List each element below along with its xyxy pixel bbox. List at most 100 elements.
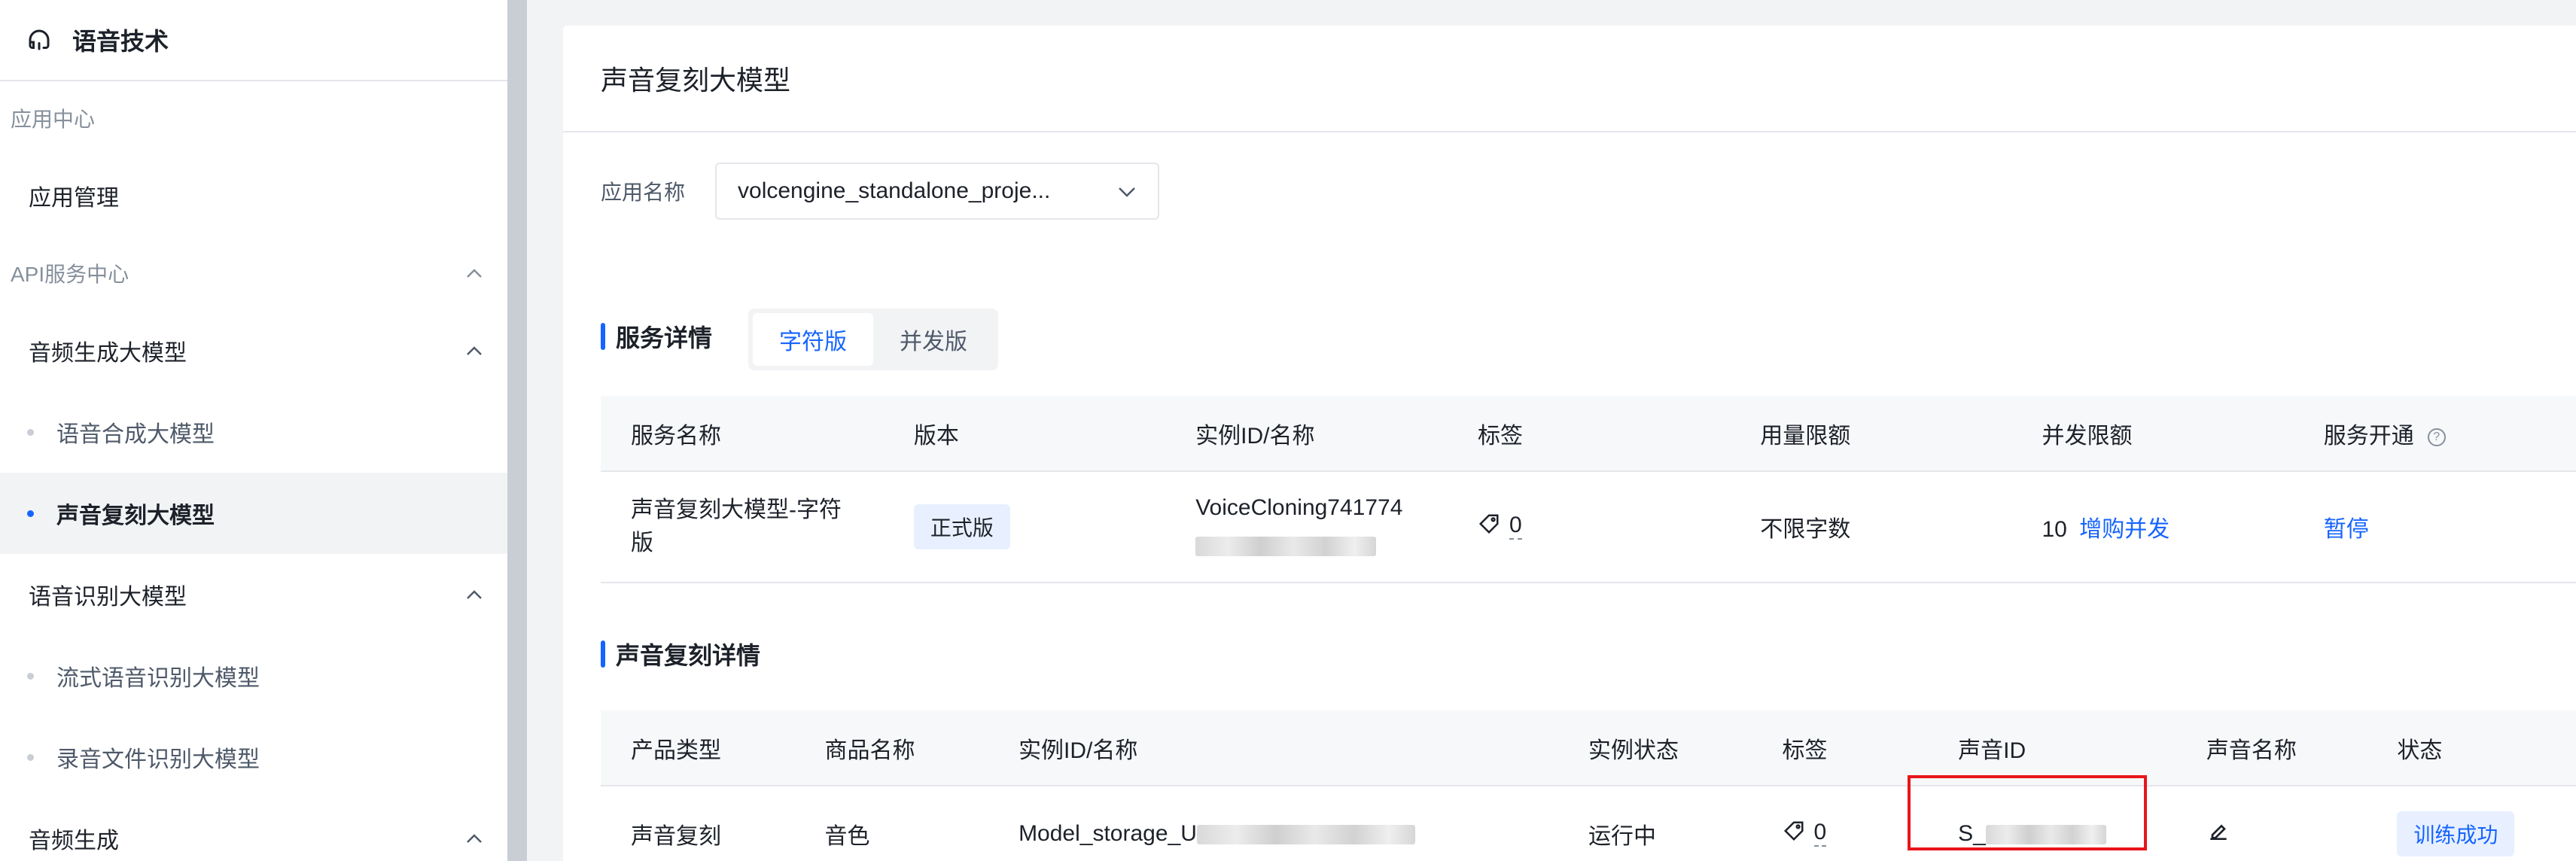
chevron-up-icon[interactable]: [464, 584, 485, 605]
table-row: 声音复刻大模型-字符版 正式版 VoiceCloning741774 0 不限字…: [601, 471, 2576, 583]
col-service-name: 服务名称: [601, 396, 884, 472]
sidebar-header: 语音技术: [0, 0, 507, 81]
group-api-center[interactable]: API服务中心: [0, 236, 507, 310]
tab-char-version[interactable]: 字符版: [753, 313, 873, 366]
edit-icon[interactable]: [2206, 823, 2230, 848]
tag-icon: [1783, 820, 1805, 848]
cell-instance-state: 运行中: [1557, 786, 1752, 861]
page-header: 声音复刻大模型: [563, 26, 2576, 132]
tab-concurrent-version[interactable]: 并发版: [873, 313, 994, 366]
col-tag: 标签: [1448, 396, 1731, 472]
col-status: 状态: [2367, 710, 2576, 786]
cell-concurrency: 10 增购并发: [2011, 471, 2294, 583]
instance-prefix-text: Model_storage_U: [1019, 821, 1197, 846]
col-voice-id: 声音ID: [1928, 710, 2176, 786]
col-instance-id: 实例ID/名称: [1165, 396, 1448, 472]
sidebar-item-label: 声音复刻大模型: [56, 504, 215, 528]
col-instance-id: 实例ID/名称: [988, 710, 1558, 786]
app-name-value: volcengine_standalone_proje...: [738, 178, 1051, 203]
bullet-dot: [27, 672, 34, 680]
sidebar-item-label: 音频生成: [29, 829, 119, 853]
sidebar-item-label: 语音识别大模型: [29, 585, 187, 610]
sidebar-item-label: 流式语音识别大模型: [56, 666, 260, 691]
service-name-text: 声音复刻大模型-字符版: [631, 497, 842, 555]
instance-id-text: VoiceCloning741774: [1195, 495, 1403, 520]
status-badge: 训练成功: [2397, 811, 2515, 856]
sidebar-item-tts-large[interactable]: 语音合成大模型: [0, 391, 507, 473]
sidebar-item-voice-clone-large[interactable]: 声音复刻大模型: [0, 473, 507, 554]
col-voice-name: 声音名称: [2176, 710, 2367, 786]
col-version: 版本: [883, 396, 1166, 472]
main-panel: 声音复刻大模型 应用名称 volcengine_standalone_proje…: [563, 26, 2576, 861]
table-header-row: 产品类型 商品名称 实例ID/名称 实例状态 标签 声音ID 声音名称 状态: [601, 710, 2576, 786]
clone-table: 产品类型 商品名称 实例ID/名称 实例状态 标签 声音ID 声音名称 状态 声…: [601, 710, 2576, 861]
app-name-row: 应用名称 volcengine_standalone_proje...: [601, 163, 1160, 220]
sidebar-item-app-manage[interactable]: 应用管理: [0, 155, 507, 236]
cell-voice-name: [2176, 786, 2367, 861]
chevron-up-icon[interactable]: [464, 340, 485, 361]
sidebar-item-label: 音频生成大模型: [29, 341, 187, 366]
clone-section-label: 声音复刻详情: [616, 642, 761, 669]
sidebar-item-asr-large[interactable]: 语音识别大模型: [0, 554, 507, 635]
sidebar-item-audio-gen-large[interactable]: 音频生成大模型: [0, 310, 507, 391]
buy-concurrency-link[interactable]: 增购并发: [2079, 517, 2170, 542]
service-table: 服务名称 版本 实例ID/名称 标签 用量限额 并发限额 服务开通? 声音复刻大…: [601, 396, 2576, 583]
cell-tag: 0: [1448, 471, 1731, 583]
concurrency-value: 10: [2042, 517, 2067, 542]
section-accent-bar: [601, 323, 605, 350]
table-row: 声音复刻 音色 Model_storage_U 运行中 0 S_ 训练成功: [601, 786, 2576, 861]
redacted-text: [1195, 537, 1377, 557]
tag-count: 0: [1509, 514, 1522, 540]
group-api-center-label: API服务中心: [11, 263, 129, 286]
clone-section-title: 声音复刻详情: [601, 637, 760, 671]
cell-product-type: 声音复刻: [601, 786, 795, 861]
cell-instance-id: VoiceCloning741774: [1165, 471, 1448, 583]
sidebar-item-audio-gen[interactable]: 音频生成: [0, 798, 507, 861]
bullet-dot: [27, 428, 34, 436]
version-badge: 正式版: [913, 504, 1010, 549]
col-usage-limit: 用量限额: [1730, 396, 2012, 472]
col-instance-state: 实例状态: [1557, 710, 1752, 786]
cell-usage-limit: 不限字数: [1730, 471, 2012, 583]
cell-service-action: 暂停: [2293, 471, 2576, 583]
page-title: 声音复刻大模型: [601, 65, 791, 96]
col-tag: 标签: [1752, 710, 1929, 786]
voice-id-highlight-box: [1908, 775, 2147, 850]
col-service-open: 服务开通?: [2293, 396, 2576, 472]
table-header-row: 服务名称 版本 实例ID/名称 标签 用量限额 并发限额 服务开通?: [601, 396, 2576, 472]
chevron-up-icon[interactable]: [464, 828, 485, 849]
cell-product-name: 音色: [794, 786, 989, 861]
group-app-center: 应用中心: [11, 108, 96, 131]
sidebar-item-file-asr[interactable]: 录音文件识别大模型: [0, 716, 507, 798]
cell-service-name: 声音复刻大模型-字符版: [601, 471, 884, 583]
cell-version: 正式版: [883, 471, 1166, 583]
sidebar-item-stream-asr[interactable]: 流式语音识别大模型: [0, 635, 507, 716]
redacted-text: [1196, 825, 1415, 845]
cell-status: 训练成功: [2367, 786, 2576, 861]
cell-tag: 0: [1752, 786, 1929, 861]
sidebar-item-label: 录音文件识别大模型: [56, 747, 260, 772]
service-section-label: 服务详情: [616, 324, 713, 351]
cell-instance-id: Model_storage_U: [988, 786, 1558, 861]
tag-cell[interactable]: 0: [1478, 513, 1522, 541]
app-name-label: 应用名称: [601, 181, 686, 204]
col-concurrency: 并发限额: [2011, 396, 2294, 472]
col-product-name: 商品名称: [794, 710, 989, 786]
app-name-select[interactable]: volcengine_standalone_proje...: [715, 163, 1160, 220]
version-segment: 字符版 并发版: [748, 309, 998, 370]
sidebar: 语音技术 应用中心 应用管理 API服务中心 音频生成大模型 语音合成大模型 声…: [0, 0, 507, 861]
pause-link[interactable]: 暂停: [2324, 517, 2369, 542]
sidebar-title: 语音技术: [72, 28, 169, 55]
chevron-up-icon[interactable]: [464, 263, 485, 284]
headset-icon: [26, 25, 56, 55]
bullet-dot: [27, 753, 34, 761]
tag-icon: [1478, 513, 1500, 541]
sidebar-item-label: 语音合成大模型: [56, 422, 215, 447]
tag-cell[interactable]: 0: [1783, 820, 1827, 848]
bullet-dot: [27, 510, 34, 517]
sidebar-resize-handle[interactable]: [507, 0, 527, 861]
help-icon[interactable]: ?: [2427, 427, 2446, 446]
col-service-open-label: 服务开通: [2323, 423, 2414, 449]
chevron-down-icon: [1117, 178, 1137, 204]
section-accent-bar: [601, 640, 605, 668]
